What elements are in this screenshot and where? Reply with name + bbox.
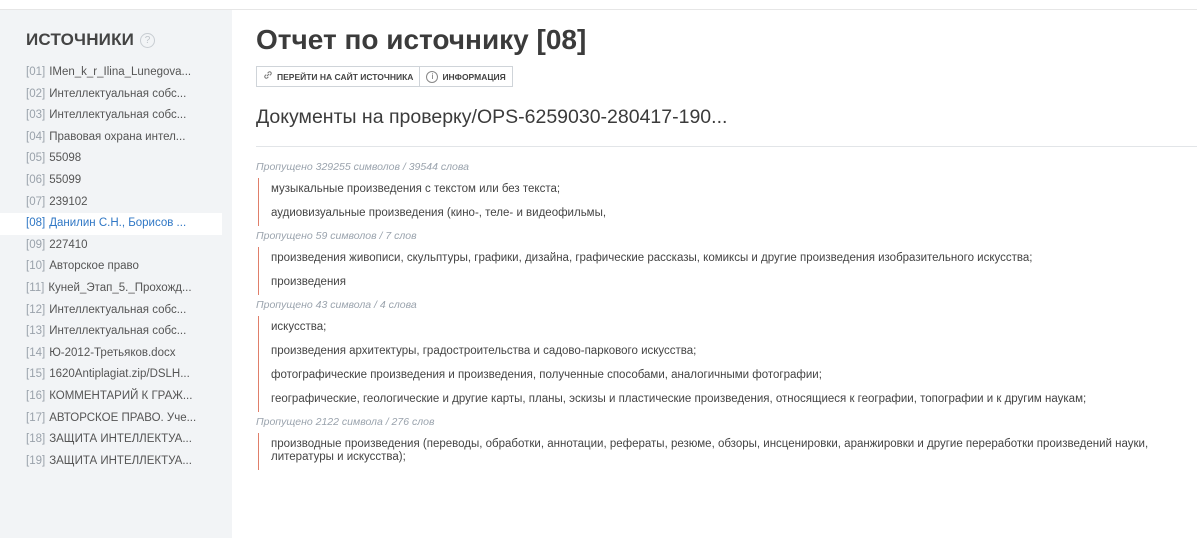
source-number: [05] <box>26 152 46 165</box>
matched-block: произведения живописи, скульптуры, графи… <box>258 247 1186 295</box>
action-buttons: ПЕРЕЙТИ НА САЙТ ИСТОЧНИКА i ИНФОРМАЦИЯ <box>256 66 513 87</box>
matched-block: производные произведения (переводы, обра… <box>258 433 1186 470</box>
source-label: 55098 <box>49 152 82 165</box>
source-label: 227410 <box>49 238 88 251</box>
matched-text-line: географические, геологические и другие к… <box>271 393 1087 405</box>
sidebar-item-source[interactable]: [08] Данилин С.Н., Борисов ... <box>0 213 222 235</box>
source-label: Авторское право <box>49 260 139 273</box>
source-number: [15] <box>26 368 46 381</box>
sidebar-item-source[interactable]: [18] ЗАЩИТА ИНТЕЛЛЕКТУА... <box>0 429 222 451</box>
source-label: Интеллектуальная собс... <box>49 109 187 122</box>
source-number: [04] <box>26 130 46 143</box>
sidebar-item-source[interactable]: [16] КОММЕНТАРИЙ К ГРАЖ... <box>0 386 222 408</box>
matched-block: искусства; произведения архитектуры, град… <box>258 316 1186 412</box>
source-label: ЗАЩИТА ИНТЕЛЛЕКТУА... <box>49 433 192 446</box>
source-label: КОММЕНТАРИЙ К ГРАЖ... <box>49 389 193 402</box>
source-label: IMen_k_r_Ilina_Lunegova... <box>49 66 192 78</box>
matched-text-line: произведения <box>271 276 346 288</box>
info-label: ИНФОРМАЦИЯ <box>442 71 506 82</box>
help-icon[interactable]: ? <box>140 32 156 48</box>
source-number: [19] <box>26 454 46 467</box>
link-icon <box>263 70 273 83</box>
sidebar-title: ИСТОЧНИКИ ? <box>26 30 232 50</box>
source-number: [14] <box>26 346 46 359</box>
info-button[interactable]: i ИНФОРМАЦИЯ <box>420 66 513 87</box>
matched-text-line: произведения архитектуры, градостроитель… <box>271 345 697 357</box>
source-number: [17] <box>26 411 46 424</box>
matched-text-line: производные произведения (переводы, обра… <box>271 438 1149 463</box>
top-bar <box>0 0 1197 10</box>
source-number: [09] <box>26 238 46 251</box>
sidebar-item-source[interactable]: [06] 55099 <box>0 170 222 192</box>
source-label: АВТОРСКОЕ ПРАВО. Уче... <box>49 411 197 424</box>
source-number: [13] <box>26 325 46 338</box>
source-label: Куней_Этап_5._Прохожд... <box>48 281 192 294</box>
sidebar-item-source[interactable]: [05] 55098 <box>0 148 222 170</box>
matched-text-line: произведения живописи, скульптуры, графи… <box>271 252 1033 264</box>
sidebar-item-source[interactable]: [13] Интеллектуальная собс... <box>0 321 222 343</box>
sidebar-title-label: ИСТОЧНИКИ <box>26 30 135 49</box>
info-icon: i <box>426 70 439 83</box>
report-main: Отчет по источнику [08] ПЕРЕЙТИ НА САЙТ … <box>256 10 1197 538</box>
sidebar-item-source[interactable]: [02] Интеллектуальная собс... <box>0 84 222 106</box>
source-label: ЗАЩИТА ИНТЕЛЛЕКТУА... <box>49 454 192 467</box>
source-label: Ю-2012-Третьяков.docx <box>49 346 176 359</box>
sources-list: [01] IMen_k_r_Ilina_Lunegova... [02] Интелл… <box>0 62 232 472</box>
sidebar-item-source[interactable]: [15] 1620Antiplagiat.zip/DSLH... <box>0 364 222 386</box>
document-title: Документы на проверку/OPS-6259030-280417… <box>256 106 728 128</box>
goto-source-site-button[interactable]: ПЕРЕЙТИ НА САЙТ ИСТОЧНИКА <box>256 66 421 87</box>
matched-text-line: фотографические произведения и произведе… <box>271 369 822 381</box>
source-number: [02] <box>26 87 46 100</box>
source-label: 239102 <box>49 195 88 208</box>
source-number: [07] <box>26 195 46 208</box>
skipped-text-note: Пропущено 329255 символов / 39544 слова <box>256 161 469 173</box>
sidebar-item-source[interactable]: [09] 227410 <box>0 235 222 257</box>
source-number: [16] <box>26 389 46 402</box>
source-number: [01] <box>26 66 46 78</box>
sidebar-item-source[interactable]: [17] АВТОРСКОЕ ПРАВО. Уче... <box>0 408 222 430</box>
source-number: [11] <box>26 281 45 294</box>
source-number: [12] <box>26 303 46 316</box>
sidebar-item-source[interactable]: [01] IMen_k_r_Ilina_Lunegova... <box>0 62 222 84</box>
source-label: 1620Antiplagiat.zip/DSLH... <box>49 368 190 381</box>
skipped-text-note: Пропущено 43 символа / 4 слова <box>256 299 417 311</box>
source-number: [08] <box>26 217 46 230</box>
matched-block: музыкальные произведения с текстом или б… <box>258 178 1186 226</box>
source-label: Правовая охрана интел... <box>49 130 186 143</box>
goto-source-site-label: ПЕРЕЙТИ НА САЙТ ИСТОЧНИКА <box>277 71 414 82</box>
source-number: [10] <box>26 260 46 273</box>
source-number: [06] <box>26 173 46 186</box>
sidebar-item-source[interactable]: [03] Интеллектуальная собс... <box>0 105 222 127</box>
source-number: [18] <box>26 433 46 446</box>
source-label: Данилин С.Н., Борисов ... <box>49 217 187 230</box>
sidebar-item-source[interactable]: [04] Правовая охрана интел... <box>0 127 222 149</box>
divider <box>256 146 1197 147</box>
report-content: Пропущено 329255 символов / 39544 слова м… <box>256 157 1186 470</box>
sidebar-item-source[interactable]: [14] Ю-2012-Третьяков.docx <box>0 343 222 365</box>
source-label: Интеллектуальная собс... <box>49 87 187 100</box>
sidebar-item-source[interactable]: [10] Авторское право <box>0 256 222 278</box>
skipped-text-note: Пропущено 59 символов / 7 слов <box>256 230 417 242</box>
source-label: Интеллектуальная собс... <box>49 325 187 338</box>
sidebar-item-source[interactable]: [11] Куней_Этап_5._Прохожд... <box>0 278 222 300</box>
matched-text-line: искусства; <box>271 321 327 333</box>
sources-sidebar: ИСТОЧНИКИ ? [01] IMen_k_r_Ilina_Lunegova.… <box>0 10 232 538</box>
matched-text-line: аудиовизуальные произведения (кино-, тел… <box>271 207 607 219</box>
source-label: 55099 <box>49 173 82 186</box>
sidebar-item-source[interactable]: [12] Интеллектуальная собс... <box>0 300 222 322</box>
skipped-text-note: Пропущено 2122 символа / 276 слов <box>256 416 435 428</box>
sidebar-item-source[interactable]: [07] 239102 <box>0 192 222 214</box>
matched-text-line: музыкальные произведения с текстом или б… <box>271 183 561 195</box>
page-title: Отчет по источнику [08] <box>256 24 587 55</box>
sidebar-item-source[interactable]: [19] ЗАЩИТА ИНТЕЛЛЕКТУА... <box>0 451 222 473</box>
source-number: [03] <box>26 109 46 122</box>
source-label: Интеллектуальная собс... <box>49 303 187 316</box>
